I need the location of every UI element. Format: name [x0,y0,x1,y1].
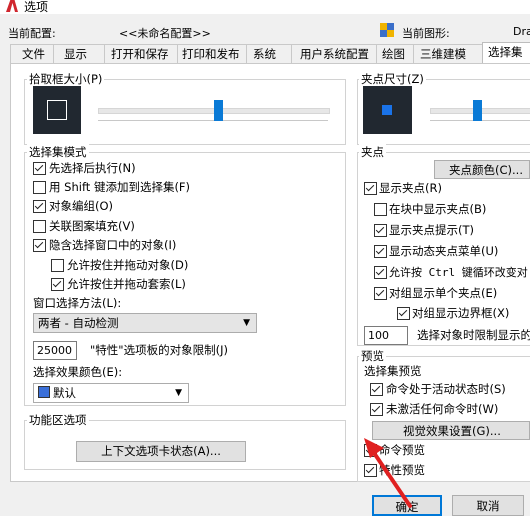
grips-title: 夹点 [359,144,386,160]
preview-title: 预览 [359,348,386,364]
associative-hatch-checkbox[interactable] [33,220,46,233]
dynamic-grip-menu-label: 显示动态夹点菜单(U) [389,244,499,258]
grip-limit-label: 选择对象时限制显示的 [417,328,530,342]
command-active-label: 命令处于活动状态时(S) [386,382,506,396]
tab-display[interactable]: 显示 [53,44,105,63]
grip-tips-label: 显示夹点提示(T) [389,223,474,237]
noun-verb-label: 先选择后执行(N) [49,161,136,175]
single-grip-groups-checkbox[interactable] [374,287,387,300]
current-drawing-value: Dra [513,25,530,38]
ctrl-cycling-label: 允许按 Ctrl 键循环改变对 [389,266,528,279]
current-profile-label: 当前配置: [8,27,56,40]
current-profile-value: <<未命名配置>> [119,27,211,40]
grip-colors-button[interactable]: 夹点颜色(C)... [434,160,530,179]
single-grip-groups-label: 对组显示单个夹点(E) [389,286,498,300]
window-method-value: 两者 - 自动检测 [38,316,119,330]
color-swatch [38,386,50,398]
pickbox-size-title: 拾取框大小(P) [27,71,105,87]
grip-tips-checkbox[interactable] [374,224,387,237]
ribbon-options-title: 功能区选项 [27,412,89,428]
tab-system[interactable]: 系统 [246,44,292,63]
annotation-arrow-icon [364,438,412,508]
press-drag-object-checkbox[interactable] [51,259,64,272]
tab-3d-modeling[interactable]: 三维建模 [413,44,483,63]
current-drawing-label: 当前图形: [402,27,450,40]
bounding-box-groups-checkbox[interactable] [397,307,410,320]
ctrl-cycling-checkbox[interactable] [374,266,387,279]
grip-size-title: 夹点尺寸(Z) [359,71,426,87]
title-bar [0,0,530,14]
object-grouping-label: 对象编组(O) [49,199,114,213]
drawing-icon [380,23,394,37]
press-drag-lasso-label: 允许按住并拖动套索(L) [67,277,186,291]
no-command-label: 未激活任何命令时(W) [386,402,499,416]
shift-add-label: 用 Shift 键添加到选择集(F) [49,180,191,194]
window-method-select[interactable]: 两者 - 自动检测 ▼ [33,313,257,333]
pickbox-slider-thumb[interactable] [213,100,223,121]
tab-user-preferences[interactable]: 用户系统配置 [291,44,377,63]
dynamic-grip-menu-checkbox[interactable] [374,245,387,258]
context-tab-states-button[interactable]: 上下文选项卡状态(A)... [76,441,246,462]
press-drag-object-label: 允许按住并拖动对象(D) [67,258,189,272]
show-grips-label: 显示夹点(R) [379,181,442,195]
bounding-box-groups-label: 对组显示边界框(X) [412,306,510,320]
autocad-logo-icon [6,0,18,12]
object-limit-input[interactable]: 25000 [33,341,77,360]
window-method-label: 窗口选择方法(L): [33,296,122,310]
show-grips-checkbox[interactable] [364,182,377,195]
tab-open-save[interactable]: 打开和保存 [104,44,178,63]
implied-windowing-checkbox[interactable] [33,239,46,252]
shift-add-checkbox[interactable] [33,181,46,194]
tab-file[interactable]: 文件 [10,44,54,63]
chevron-down-icon: ▼ [175,388,182,398]
tab-selection[interactable]: 选择集 [482,42,530,63]
object-limit-label: "特性"选项板的对象限制(J) [90,343,228,357]
implied-windowing-label: 隐含选择窗口中的对象(I) [49,238,177,252]
effect-color-select[interactable]: 默认 ▼ [33,383,189,403]
press-drag-lasso-checkbox[interactable] [51,278,64,291]
window-title: 选项 [24,0,49,14]
noun-verb-checkbox[interactable] [33,162,46,175]
associative-hatch-label: 关联图案填充(V) [49,219,135,233]
grip-size-preview [363,86,412,134]
selection-preview-title: 选择集预览 [364,364,422,378]
grip-size-slider-thumb[interactable] [473,100,482,121]
effect-color-value: 默认 [53,386,76,400]
tab-drafting[interactable]: 绘图 [376,44,414,63]
effect-color-label: 选择效果颜色(E): [33,365,123,379]
no-command-checkbox[interactable] [370,403,383,416]
selection-modes-title: 选择集模式 [27,144,89,160]
grips-in-blocks-label: 在块中显示夹点(B) [389,202,487,216]
cancel-button[interactable]: 取消 [452,495,524,516]
command-active-checkbox[interactable] [370,383,383,396]
object-grouping-checkbox[interactable] [33,200,46,213]
tab-plot-publish[interactable]: 打印和发布 [177,44,247,63]
grips-in-blocks-checkbox[interactable] [374,203,387,216]
chevron-down-icon: ▼ [243,318,250,328]
grip-limit-input[interactable]: 100 [364,326,408,345]
pickbox-preview [33,86,81,134]
